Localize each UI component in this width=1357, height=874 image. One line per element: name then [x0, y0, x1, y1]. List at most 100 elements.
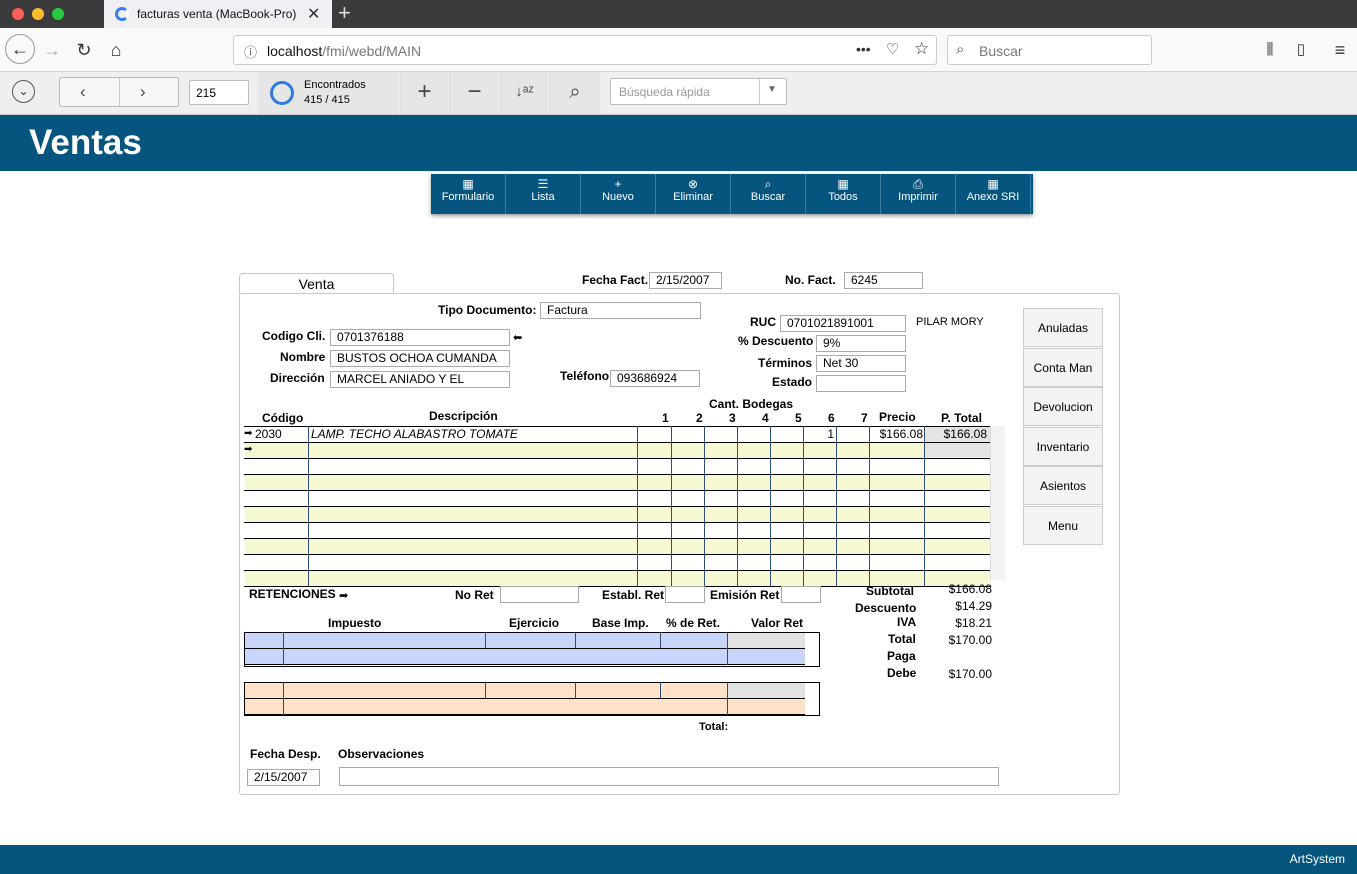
action-button-1[interactable]: ☰ Lista: [506, 174, 581, 214]
fecha-fact-field[interactable]: 2/15/2007: [649, 272, 722, 289]
action-label-6: Imprimir: [898, 191, 938, 203]
action-button-5[interactable]: ▦ Todos: [806, 174, 881, 214]
no-fact-field[interactable]: 6245: [844, 272, 923, 289]
action-icon-5: ▦: [837, 177, 849, 191]
col-bodega-4: 4: [762, 411, 769, 425]
side-button-1[interactable]: Conta Man: [1023, 347, 1103, 387]
descuento-total-value: $14.29: [955, 599, 992, 613]
retenciones-table-1[interactable]: [244, 632, 820, 667]
action-button-2[interactable]: + Nuevo: [581, 174, 656, 214]
quick-search-input[interactable]: Búsqueda rápida ▼: [610, 78, 787, 105]
column-divider: [308, 426, 309, 586]
emision-ret-field[interactable]: [781, 586, 821, 603]
column-divider: [637, 426, 638, 586]
toolbar-toggle-icon[interactable]: ⌄: [12, 80, 35, 103]
new-tab-icon[interactable]: +: [338, 1, 351, 25]
go-to-client-arrow-icon[interactable]: ⬅: [513, 331, 522, 344]
url-text: localhost/fmi/webd/MAIN: [267, 43, 422, 59]
table-row-bg: [245, 443, 990, 458]
fecha-desp-field[interactable]: 2/15/2007: [247, 769, 320, 786]
minimize-window-button[interactable]: [32, 8, 44, 20]
action-button-4[interactable]: ⌕ Buscar: [731, 174, 806, 214]
tab-venta[interactable]: Venta: [239, 273, 394, 294]
close-tab-icon[interactable]: ✕: [307, 4, 320, 24]
library-icon[interactable]: ⫼: [1256, 36, 1284, 64]
find-icon[interactable]: ⌕: [549, 72, 600, 114]
sort-icon[interactable]: ↓ᵃᶻ: [500, 72, 548, 114]
nombre-field[interactable]: BUSTOS OCHOA CUMANDA: [330, 350, 510, 367]
info-icon[interactable]: ⓘ: [244, 42, 257, 61]
record-number-input[interactable]: 215: [189, 80, 249, 105]
item-total[interactable]: $166.08: [925, 427, 987, 441]
menu-icon[interactable]: ≡: [1326, 36, 1354, 64]
col-bodegas: Cant. Bodegas: [709, 397, 794, 411]
col-bodega-2: 2: [696, 411, 703, 425]
iva-label: IVA: [897, 615, 917, 629]
estado-field[interactable]: [816, 375, 906, 392]
table-row-bg: [245, 507, 990, 522]
action-button-0[interactable]: ▦ Formulario: [431, 174, 506, 214]
item-bodega-6[interactable]: 1: [803, 427, 834, 441]
ret-col-4: Valor Ret: [751, 616, 804, 630]
action-button-6[interactable]: ⎙ Imprimir: [881, 174, 956, 214]
establ-ret-field[interactable]: [665, 586, 705, 603]
item-precio[interactable]: $166.08: [869, 427, 923, 441]
url-bar[interactable]: ⓘ localhost/fmi/webd/MAIN ••• ♡ ☆: [233, 35, 937, 65]
codigo-cli-field[interactable]: 0701376188: [330, 329, 510, 346]
table-scrollbar[interactable]: [990, 426, 1005, 580]
bookmark-star-icon[interactable]: ☆: [914, 39, 929, 59]
new-record-icon[interactable]: +: [400, 72, 448, 114]
tipo-doc-field[interactable]: Factura: [540, 302, 701, 319]
ruc-field[interactable]: 0701021891001: [780, 315, 906, 332]
chevron-down-icon[interactable]: ▼: [767, 84, 777, 95]
side-button-0[interactable]: Anuladas: [1023, 308, 1103, 347]
page-actions-icon[interactable]: •••: [856, 41, 871, 57]
direccion-field[interactable]: MARCEL ANIADO Y EL: [330, 371, 510, 388]
found-set-panel[interactable]: Encontrados 415 / 415: [258, 72, 399, 114]
action-button-7[interactable]: ▦ Anexo SRI: [956, 174, 1031, 214]
home-icon[interactable]: ⌂: [102, 36, 130, 64]
back-icon[interactable]: ←: [5, 34, 35, 64]
ret-total-label: Total:: [699, 721, 729, 733]
retenciones-arrow-icon[interactable]: ➡: [339, 589, 348, 602]
item-descripcion[interactable]: LAMP. TECHO ALABASTRO TOMATE: [311, 427, 631, 441]
row-arrow-icon[interactable]: ➡: [244, 444, 252, 455]
filemaker-status-toolbar: ⌄ ‹ › 215 Encontrados 415 / 415 + − ↓ᵃᶻ …: [0, 72, 1357, 115]
row-arrow-icon[interactable]: ➡: [244, 428, 252, 439]
side-button-3[interactable]: Inventario: [1023, 426, 1103, 466]
delete-record-icon[interactable]: −: [449, 72, 499, 114]
row-divider: [244, 458, 990, 459]
zoom-window-button[interactable]: [52, 8, 64, 20]
terminos-label: Términos: [758, 356, 813, 370]
observaciones-field[interactable]: [339, 767, 999, 786]
action-button-3[interactable]: ⊗ Eliminar: [656, 174, 731, 214]
action-label-5: Todos: [828, 191, 858, 203]
side-button-4[interactable]: Asientos: [1023, 466, 1103, 505]
column-divider: [671, 426, 672, 586]
reload-icon[interactable]: ↻: [70, 36, 98, 64]
sidebar-icon[interactable]: ▯: [1287, 36, 1315, 64]
close-window-button[interactable]: [12, 8, 24, 20]
retenciones-table-2[interactable]: [244, 682, 820, 716]
previous-record-icon[interactable]: ‹: [80, 82, 86, 102]
pocket-icon[interactable]: ♡: [886, 40, 899, 58]
ret-col-1: Ejercicio: [509, 616, 560, 630]
tab-title: facturas venta (MacBook-Pro): [137, 7, 297, 21]
no-ret-field[interactable]: [500, 586, 579, 603]
browser-tab[interactable]: facturas venta (MacBook-Pro) ✕: [104, 0, 332, 28]
action-label-3: Eliminar: [673, 191, 713, 203]
col-descripcion: Descripción: [429, 409, 498, 423]
no-ret-label: No Ret: [455, 588, 494, 602]
next-record-icon[interactable]: ›: [140, 82, 146, 102]
telefono-field[interactable]: 093686924: [610, 370, 700, 387]
terminos-field[interactable]: Net 30: [816, 355, 906, 372]
browser-search-box[interactable]: ⌕ Buscar: [947, 35, 1152, 65]
side-button-5[interactable]: Menu: [1023, 505, 1103, 545]
item-codigo[interactable]: 2030: [255, 427, 305, 441]
descuento-field[interactable]: 9%: [816, 335, 906, 352]
row-divider: [244, 474, 990, 475]
forward-icon[interactable]: →: [38, 36, 66, 64]
side-button-2[interactable]: Devolucion: [1023, 387, 1103, 426]
col-bodega-5: 5: [795, 411, 802, 425]
total-label: Total: [888, 632, 916, 646]
